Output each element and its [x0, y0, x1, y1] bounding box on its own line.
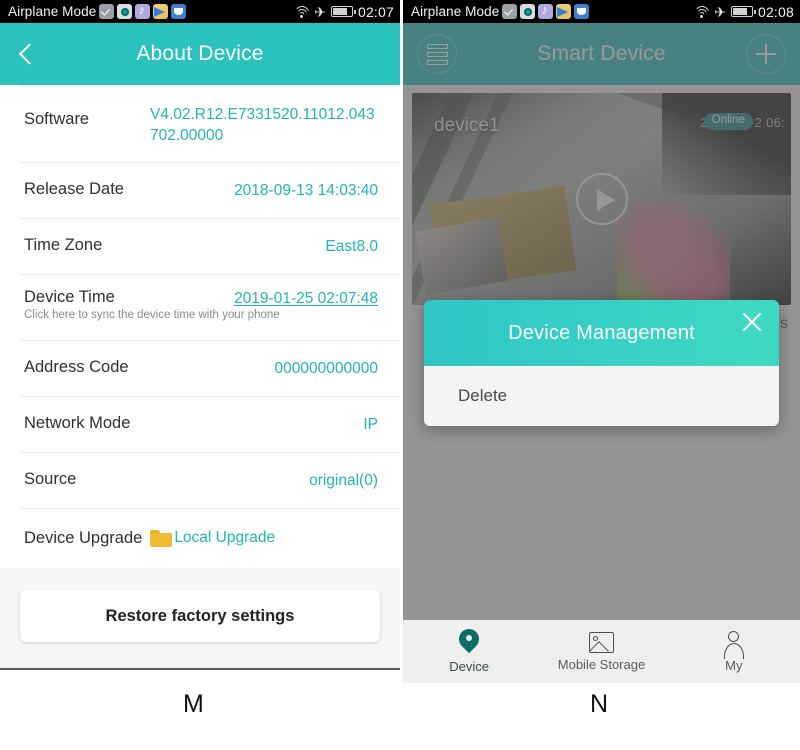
wifi-icon	[293, 5, 310, 18]
page-title: About Device	[136, 42, 264, 65]
wifi-icon	[693, 5, 710, 18]
battery-icon	[730, 6, 756, 17]
chevron-left-icon[interactable]	[18, 43, 41, 65]
bird-icon	[171, 4, 187, 19]
nav-item-device[interactable]: Device	[403, 620, 535, 683]
status-bar-system-icons: ✈ 02:08	[693, 3, 794, 20]
row-label: Software	[24, 110, 90, 128]
local-upgrade-group[interactable]: Local Upgrade	[150, 529, 275, 547]
camera-icon	[520, 4, 536, 19]
airplane-mode-label: Airplane Mode	[411, 4, 500, 19]
local-upgrade-link[interactable]: Local Upgrade	[174, 529, 275, 547]
check-icon	[502, 4, 518, 19]
close-icon[interactable]	[739, 309, 765, 335]
status-bar-clock: 02:07	[357, 3, 394, 20]
row-value: 2018-09-13 14:03:40	[234, 182, 378, 199]
device-time-top: Device Time 2019-01-25 02:07:48	[24, 274, 378, 308]
figure-caption-m: M	[183, 690, 204, 718]
row-value: V4.02.R12.E7331520.11012.043702.00000	[150, 106, 375, 144]
row-label: Time Zone	[24, 236, 103, 254]
device-management-dialog: Device Management Delete	[424, 300, 779, 426]
device-time-value[interactable]: 2019-01-25 02:07:48	[234, 274, 378, 308]
device-time-hint: Click here to sync the device time with …	[24, 309, 280, 321]
location-pin-icon	[459, 629, 479, 655]
airplane-icon: ✈	[714, 3, 726, 20]
status-bar-system-icons: ✈ 02:07	[293, 3, 394, 20]
bottom-navigation: Device Mobile Storage My	[403, 620, 800, 683]
nav-label: Device	[449, 659, 490, 674]
telegram-icon	[556, 4, 572, 19]
bird-icon	[574, 4, 590, 19]
table-row-time-zone[interactable]: Time Zone East8.0	[0, 218, 400, 274]
table-row-network-mode[interactable]: Network Mode IP	[0, 396, 400, 452]
row-value: East8.0	[325, 238, 378, 255]
row-label: Source	[24, 470, 77, 488]
row-label: Release Date	[24, 180, 124, 198]
status-bar-m: Airplane Mode ✈ 02:07	[0, 0, 400, 23]
nav-label: Mobile Storage	[557, 656, 646, 672]
dialog-title: Device Management	[508, 321, 695, 344]
row-value: original(0)	[309, 472, 378, 489]
restore-factory-settings-button[interactable]: Restore factory settings	[20, 590, 380, 642]
image-icon	[588, 631, 614, 653]
table-row-device-time[interactable]: Device Time 2019-01-25 02:07:48 Click he…	[0, 274, 400, 340]
table-row-address-code[interactable]: Address Code 000000000000	[0, 340, 400, 396]
check-icon	[99, 4, 115, 19]
table-row-software[interactable]: Software V4.02.R12.E7331520.11012.043702…	[0, 86, 400, 162]
phone-screen-m: Airplane Mode ✈ 02:07 About Device Softw…	[0, 0, 400, 683]
delete-menu-item[interactable]: Delete	[424, 386, 507, 406]
figure-caption-n: N	[590, 690, 609, 718]
nav-item-my[interactable]: My	[668, 620, 800, 683]
about-device-list: Software V4.02.R12.E7331520.11012.043702…	[0, 85, 400, 568]
table-row-device-upgrade[interactable]: Device Upgrade Local Upgrade	[0, 508, 400, 568]
smart-device-screen: Smart Device device1 2019-04-2 06: Onlin…	[403, 23, 800, 683]
airplane-icon: ✈	[314, 3, 326, 20]
nav-item-mobile-storage[interactable]: Mobile Storage	[535, 620, 667, 683]
restore-section: Restore factory settings	[0, 568, 400, 670]
dialog-header: Device Management	[424, 300, 779, 366]
camera-icon	[117, 4, 133, 19]
telegram-icon	[153, 4, 169, 19]
row-label: Device Upgrade	[24, 528, 143, 547]
status-bar-app-icons	[502, 2, 590, 19]
row-label: Address Code	[24, 358, 129, 376]
nav-label: My	[725, 657, 743, 673]
status-bar-app-icons	[99, 2, 187, 19]
status-bar-clock: 02:08	[757, 3, 794, 20]
row-value: IP	[363, 416, 378, 433]
row-label: Device Time	[24, 288, 115, 306]
row-label: Network Mode	[24, 414, 131, 432]
dialog-body: Delete	[424, 366, 779, 426]
music-icon	[538, 2, 554, 19]
music-icon	[135, 2, 151, 19]
status-bar-n: Airplane Mode ✈ 02:08	[403, 0, 800, 23]
person-icon	[723, 630, 745, 659]
table-row-source[interactable]: Source original(0)	[0, 452, 400, 508]
phone-screen-n: Airplane Mode ✈ 02:08 Smart Device	[403, 0, 800, 683]
appbar-about-device: About Device	[0, 23, 400, 85]
airplane-mode-label: Airplane Mode	[8, 4, 97, 19]
folder-icon	[150, 529, 173, 547]
table-row-release-date[interactable]: Release Date 2018-09-13 14:03:40	[0, 162, 400, 218]
battery-icon	[330, 6, 356, 17]
row-value: 000000000000	[274, 360, 378, 377]
